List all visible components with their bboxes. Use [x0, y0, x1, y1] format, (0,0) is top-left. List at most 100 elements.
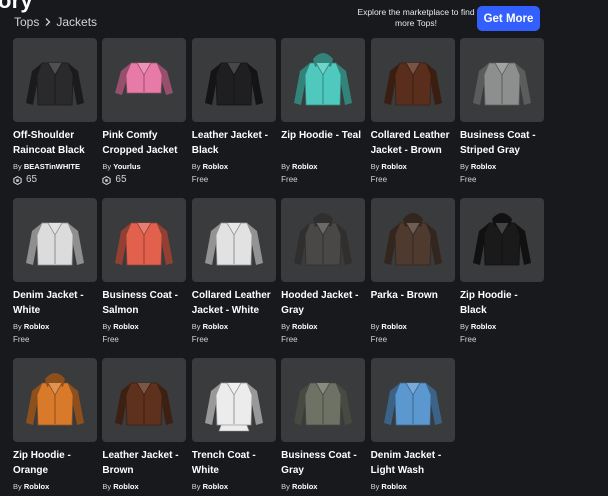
item-price: Free	[13, 334, 97, 346]
item-price: Free	[460, 174, 544, 186]
item-name[interactable]: Off-Shoulder Raincoat Black	[13, 128, 97, 158]
item-name[interactable]: Leather Jacket - Black	[192, 128, 276, 158]
item-thumbnail[interactable]	[191, 198, 276, 282]
creator-name-link[interactable]: Roblox	[292, 322, 317, 331]
item-card[interactable]: Hooded Jacket - Gray By Roblox Free	[281, 198, 366, 358]
item-card[interactable]: Collared Leather Jacket - White By Roblox…	[191, 198, 276, 358]
item-card[interactable]: Trench Coat - WhiteBy RobloxFree	[191, 358, 276, 496]
item-name[interactable]: Business Coat - Gray	[281, 448, 365, 478]
creator-by-label: By	[370, 482, 380, 491]
item-name[interactable]: Denim Jacket - Light Wash	[371, 448, 455, 478]
jacket-image	[26, 62, 84, 106]
creator-by-label: By	[281, 322, 290, 331]
item-thumbnail[interactable]	[13, 198, 97, 282]
item-name[interactable]: Zip Hoodie - Teal	[281, 128, 365, 158]
promo-text: Explore the marketplace to find more Top…	[357, 7, 475, 28]
item-name[interactable]: Parka - Brown	[371, 288, 455, 318]
creator-by-label: By	[370, 162, 380, 171]
creator-name-link[interactable]: Roblox	[471, 162, 496, 171]
item-name[interactable]: Business Coat - Striped Gray	[460, 128, 544, 158]
item-creator: By Roblox	[102, 481, 186, 492]
creator-by-label: By	[191, 322, 201, 331]
item-thumbnail[interactable]	[459, 198, 544, 282]
creator-name-link[interactable]: Roblox	[24, 482, 49, 491]
creator-name-link[interactable]: Yourlus	[113, 162, 140, 171]
jacket-image	[26, 373, 84, 426]
jacket-image	[294, 213, 353, 266]
creator-by-label: By	[13, 322, 22, 331]
item-card[interactable]: Business Coat - GrayBy RobloxFree	[281, 358, 366, 496]
get-more-button[interactable]: Get More	[477, 6, 540, 31]
item-thumbnail[interactable]	[191, 358, 276, 442]
price-value: Free	[281, 335, 298, 344]
item-price: 65	[13, 174, 97, 186]
creator-name-link[interactable]: Roblox	[203, 162, 228, 171]
creator-by-label: By	[102, 162, 112, 171]
item-creator: By Roblox	[192, 161, 276, 172]
item-name[interactable]: Business Coat - Salmon	[102, 288, 186, 318]
item-thumbnail[interactable]	[13, 358, 97, 442]
creator-by-label: By	[459, 322, 469, 331]
item-card[interactable]: Business Coat - Striped Gray By Roblox Fre…	[459, 38, 544, 198]
item-name[interactable]: Zip Hoodie - Orange	[13, 448, 97, 478]
item-name[interactable]: Zip Hoodie - Black	[460, 288, 544, 318]
item-thumbnail[interactable]	[191, 38, 276, 122]
item-creator: By Roblox	[281, 321, 365, 332]
jacket-image	[472, 213, 531, 266]
item-name[interactable]: Collared Leather Jacket - White	[192, 288, 276, 318]
item-creator: By Yourlus	[102, 161, 186, 172]
item-thumbnail[interactable]	[102, 38, 187, 122]
creator-name-link[interactable]: Roblox	[471, 322, 496, 331]
item-thumbnail[interactable]	[281, 198, 366, 282]
creator-name-link[interactable]: Roblox	[381, 162, 406, 171]
creator-name-link[interactable]: Roblox	[381, 322, 406, 331]
item-name[interactable]: Hooded Jacket - Gray	[281, 288, 365, 318]
creator-by-label: By	[13, 482, 22, 491]
item-card[interactable]: Zip Hoodie - OrangeBy RobloxFree	[13, 358, 97, 496]
creator-name-link[interactable]: Roblox	[113, 322, 138, 331]
item-card[interactable]: Zip Hoodie - Teal By Roblox Free	[281, 38, 366, 198]
item-name[interactable]: Pink Comfy Cropped Jacket	[102, 128, 186, 158]
creator-name-link[interactable]: Roblox	[381, 482, 406, 491]
item-creator: By Roblox	[371, 481, 455, 492]
item-card[interactable]: Leather Jacket - BrownBy RobloxFree	[102, 358, 187, 496]
item-card[interactable]: Zip Hoodie - Black By Roblox Free	[459, 198, 544, 358]
jacket-image	[204, 382, 263, 432]
item-card[interactable]: Parka - Brown By Roblox Free	[370, 198, 455, 358]
creator-by-label: By	[281, 482, 290, 491]
item-card[interactable]: Denim Jacket - Light WashBy RobloxFree	[370, 358, 455, 496]
item-creator: By Roblox	[192, 481, 276, 492]
item-card[interactable]: Leather Jacket - Black By Roblox Free	[191, 38, 276, 198]
creator-by-label: By	[102, 482, 112, 491]
item-thumbnail[interactable]	[370, 198, 455, 282]
creator-name-link[interactable]: BEASTinWHITE	[24, 162, 80, 171]
item-thumbnail[interactable]	[281, 358, 366, 442]
creator-name-link[interactable]: Roblox	[203, 482, 228, 491]
item-thumbnail[interactable]	[370, 38, 455, 122]
breadcrumb-parent-link[interactable]: Tops	[14, 15, 39, 29]
item-name[interactable]: Collared Leather Jacket - Brown	[371, 128, 455, 158]
item-card[interactable]: Pink Comfy Cropped Jacket By Yourlus 65	[102, 38, 187, 198]
item-name[interactable]: Leather Jacket - Brown	[102, 448, 186, 478]
creator-name-link[interactable]: Roblox	[203, 322, 228, 331]
creator-by-label: By	[13, 162, 22, 171]
item-thumbnail[interactable]	[102, 358, 187, 442]
item-thumbnail[interactable]	[102, 198, 187, 282]
item-card[interactable]: Denim Jacket - White By Roblox Free	[13, 198, 97, 358]
item-thumbnail[interactable]	[459, 38, 544, 122]
item-name[interactable]: Trench Coat - White	[192, 448, 276, 478]
creator-name-link[interactable]: Roblox	[24, 322, 49, 331]
item-thumbnail[interactable]	[370, 358, 455, 442]
item-thumbnail[interactable]	[281, 38, 366, 122]
creator-name-link[interactable]: Roblox	[292, 162, 317, 171]
item-card[interactable]: Business Coat - Salmon By Roblox Free	[102, 198, 187, 358]
creator-name-link[interactable]: Roblox	[113, 482, 138, 491]
item-price: Free	[281, 334, 365, 346]
item-thumbnail[interactable]	[13, 38, 97, 122]
item-card[interactable]: Collared Leather Jacket - Brown By Roblox…	[370, 38, 455, 198]
creator-name-link[interactable]: Roblox	[292, 482, 317, 491]
item-card[interactable]: Off-Shoulder Raincoat Black By BEASTinWHI…	[13, 38, 97, 198]
jacket-image	[204, 62, 263, 106]
item-name[interactable]: Denim Jacket - White	[13, 288, 97, 318]
item-price: Free	[192, 174, 276, 186]
